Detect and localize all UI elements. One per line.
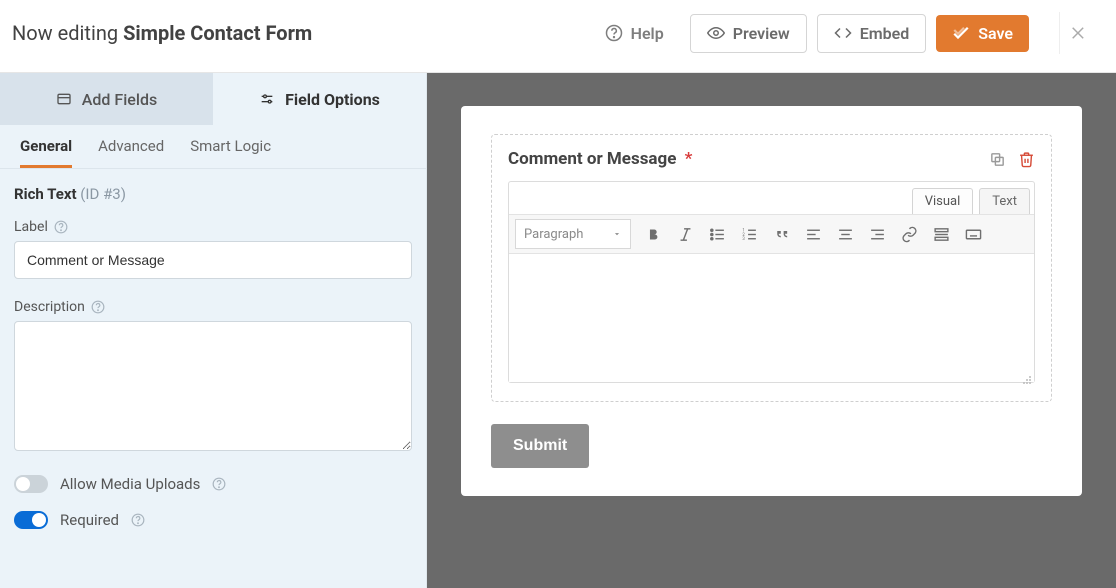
required-mark: * bbox=[685, 149, 693, 169]
toggle-required: Required bbox=[14, 511, 412, 529]
close-icon bbox=[1070, 24, 1088, 42]
insert-more-icon[interactable] bbox=[927, 220, 955, 248]
check-icon bbox=[952, 24, 970, 42]
embed-button[interactable]: Embed bbox=[817, 14, 927, 53]
label-label: Label bbox=[14, 219, 412, 235]
trash-icon[interactable] bbox=[1018, 151, 1035, 168]
sidebar: Add Fields Field Options General Advance… bbox=[0, 73, 427, 588]
rte-tab-text[interactable]: Text bbox=[979, 188, 1030, 214]
rte-tab-visual[interactable]: Visual bbox=[912, 188, 974, 214]
preview-label: Preview bbox=[733, 24, 790, 43]
sidebar-sub-tabs: General Advanced Smart Logic bbox=[0, 125, 426, 169]
field-actions bbox=[989, 151, 1035, 168]
subtab-advanced[interactable]: Advanced bbox=[98, 125, 164, 168]
field-options-panel: Rich Text (ID #3) Label Description Allo… bbox=[0, 169, 426, 567]
help-button[interactable]: Help bbox=[589, 15, 680, 52]
rte-content[interactable] bbox=[509, 254, 1034, 382]
embed-label: Embed bbox=[860, 24, 910, 43]
tab-field-options[interactable]: Field Options bbox=[213, 73, 426, 125]
help-icon[interactable] bbox=[54, 220, 68, 234]
field-id: (ID #3) bbox=[80, 185, 126, 203]
help-label: Help bbox=[631, 24, 664, 43]
description-label: Description bbox=[14, 299, 412, 315]
duplicate-icon[interactable] bbox=[989, 151, 1006, 168]
sidebar-main-tabs: Add Fields Field Options bbox=[0, 73, 426, 125]
form-name: Simple Contact Form bbox=[123, 21, 312, 45]
ol-icon[interactable]: 123 bbox=[735, 220, 763, 248]
resize-handle-icon[interactable] bbox=[1022, 370, 1032, 380]
help-icon bbox=[605, 24, 623, 42]
align-right-icon[interactable] bbox=[863, 220, 891, 248]
bold-icon[interactable] bbox=[639, 220, 667, 248]
chevron-down-icon bbox=[612, 229, 622, 239]
close-button[interactable] bbox=[1059, 12, 1098, 54]
save-button[interactable]: Save bbox=[936, 15, 1029, 52]
description-input[interactable] bbox=[14, 321, 412, 451]
save-label: Save bbox=[978, 24, 1013, 43]
field-heading: Rich Text (ID #3) bbox=[14, 185, 412, 203]
link-icon[interactable] bbox=[895, 220, 923, 248]
required-toggle[interactable] bbox=[14, 511, 48, 529]
help-icon[interactable] bbox=[131, 513, 145, 527]
preview-button[interactable]: Preview bbox=[690, 14, 807, 53]
field-type-name: Rich Text bbox=[14, 185, 77, 203]
sliders-icon bbox=[259, 91, 275, 107]
help-icon[interactable] bbox=[212, 477, 226, 491]
tab-field-options-label: Field Options bbox=[285, 90, 380, 109]
topbar: Now editing Simple Contact Form Help Pre… bbox=[0, 0, 1116, 73]
fields-icon bbox=[56, 91, 72, 107]
label-input[interactable] bbox=[14, 241, 412, 279]
toggle-allow-media: Allow Media Uploads bbox=[14, 475, 412, 493]
page-title: Now editing Simple Contact Form bbox=[12, 21, 312, 45]
tab-add-fields-label: Add Fields bbox=[82, 90, 157, 109]
required-label: Required bbox=[60, 511, 119, 529]
keyboard-icon[interactable] bbox=[959, 220, 987, 248]
help-icon[interactable] bbox=[91, 300, 105, 314]
rte-toolbar: Paragraph 123 bbox=[509, 214, 1034, 254]
field-richtext[interactable]: Comment or Message * Visual bbox=[491, 134, 1052, 402]
rte-format-select[interactable]: Paragraph bbox=[515, 219, 631, 249]
tab-add-fields[interactable]: Add Fields bbox=[0, 73, 213, 125]
eye-icon bbox=[707, 24, 725, 42]
align-center-icon[interactable] bbox=[831, 220, 859, 248]
rich-text-editor: Visual Text Paragraph 123 bbox=[508, 181, 1035, 383]
subtab-general[interactable]: General bbox=[20, 125, 72, 168]
svg-text:3: 3 bbox=[742, 237, 745, 242]
italic-icon[interactable] bbox=[671, 220, 699, 248]
submit-button[interactable]: Submit bbox=[491, 424, 589, 468]
code-icon bbox=[834, 24, 852, 42]
allow-media-toggle[interactable] bbox=[14, 475, 48, 493]
editing-prefix: Now editing bbox=[12, 21, 123, 45]
quote-icon[interactable] bbox=[767, 220, 795, 248]
ul-icon[interactable] bbox=[703, 220, 731, 248]
subtab-smart-logic[interactable]: Smart Logic bbox=[190, 125, 271, 168]
align-left-icon[interactable] bbox=[799, 220, 827, 248]
form-preview-area: Comment or Message * Visual bbox=[427, 73, 1116, 588]
allow-media-label: Allow Media Uploads bbox=[60, 475, 200, 493]
field-label: Comment or Message * bbox=[508, 149, 692, 169]
form-card: Comment or Message * Visual bbox=[461, 106, 1082, 496]
